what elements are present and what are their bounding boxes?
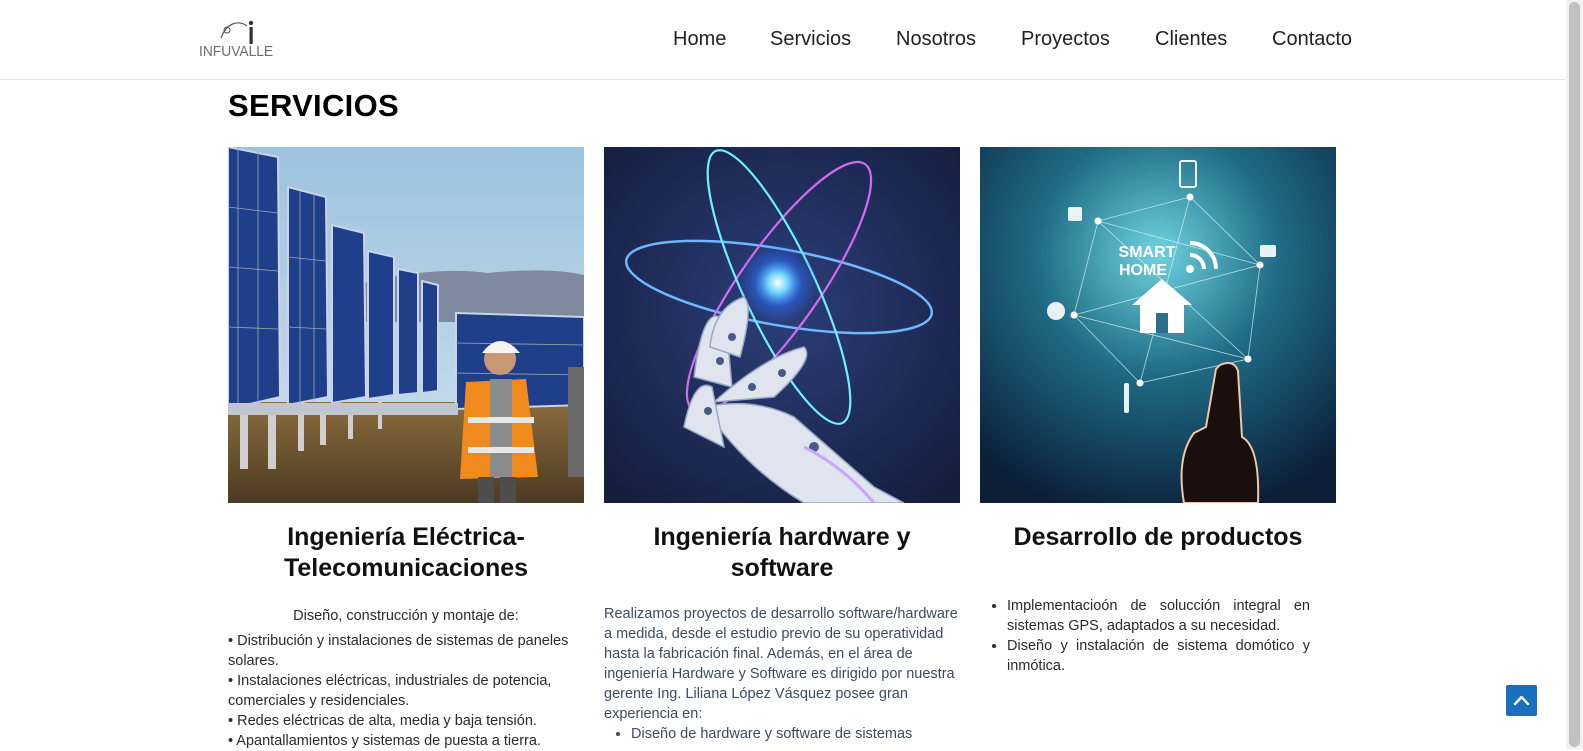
- card-text-hardware-software: Realizamos proyectos de desarrollo softw…: [604, 604, 960, 744]
- card-text-electrical: Diseño, construcción y montaje de: • Dis…: [228, 606, 584, 751]
- back-to-top-button[interactable]: [1506, 685, 1537, 716]
- site-header: INFUVALLE Home Servicios Nosotros Proyec…: [0, 0, 1566, 80]
- list-item: Diseño de hardware y software de sistema…: [631, 724, 960, 744]
- section-title: SERVICIOS: [228, 88, 399, 123]
- list-item: • Redes eléctricas de alta, media y baja…: [228, 713, 537, 729]
- card-text-product-development: Implementacioón de solucción integral en…: [980, 596, 1310, 676]
- list-item: • Instalaciones eléctricas, industriales…: [228, 673, 552, 709]
- list-item: • Apantallamientos y sistemas de puesta …: [228, 733, 541, 749]
- card-lead: Diseño, construcción y montaje de:: [293, 608, 519, 624]
- nav-nosotros[interactable]: Nosotros: [896, 28, 976, 51]
- card-title-electrical: Ingeniería Eléctrica- Telecomunicaciones: [228, 522, 584, 584]
- list-item: Diseño y instalación de sistema domótico…: [1007, 636, 1310, 676]
- card-list: Implementacioón de solucción integral en…: [980, 596, 1310, 676]
- card-image-hardware-software: [604, 147, 960, 503]
- nav-servicios[interactable]: Servicios: [770, 28, 851, 51]
- list-item: • Distribución y instalaciones de sistem…: [228, 633, 569, 669]
- page-scrollbar[interactable]: [1566, 0, 1583, 749]
- logo-mark-icon: [220, 20, 254, 44]
- nav-contacto[interactable]: Contacto: [1272, 28, 1352, 51]
- smart-home-text-2: HOME: [1119, 262, 1167, 279]
- nav-clientes[interactable]: Clientes: [1155, 28, 1227, 51]
- infuvalle-logo[interactable]: INFUVALLE: [199, 18, 279, 62]
- card-title-hardware-software: Ingeniería hardware y software: [604, 522, 960, 584]
- card-list: Diseño de hardware y software de sistema…: [604, 724, 960, 744]
- scrollbar-thumb[interactable]: [1569, 2, 1580, 747]
- chevron-up-icon: [1513, 695, 1530, 706]
- card-title-line: software: [730, 554, 834, 582]
- smart-home-text-1: SMART: [1119, 244, 1176, 261]
- card-title-line: Ingeniería Eléctrica-: [287, 523, 525, 551]
- card-title-product-development: Desarrollo de productos: [980, 522, 1336, 553]
- card-title-line: Telecomunicaciones: [283, 554, 529, 582]
- logo-text: INFUVALLE: [199, 43, 274, 60]
- card-title-line: Desarrollo de productos: [1013, 523, 1303, 551]
- card-image-electrical: [228, 147, 584, 503]
- nav-proyectos[interactable]: Proyectos: [1021, 28, 1110, 51]
- list-item: Implementacioón de solucción integral en…: [1007, 596, 1310, 636]
- card-title-line: Ingeniería hardware y: [653, 523, 911, 551]
- card-image-product-development: SMART HOME: [980, 147, 1336, 503]
- nav-home[interactable]: Home: [673, 28, 726, 51]
- card-paragraph: Realizamos proyectos de desarrollo softw…: [604, 606, 958, 722]
